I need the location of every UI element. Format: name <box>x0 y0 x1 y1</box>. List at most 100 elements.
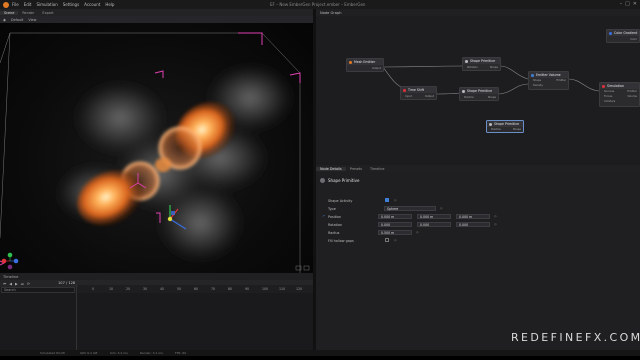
maximize-button[interactable]: □ <box>625 1 630 7</box>
timeline-ruler[interactable]: 0 10 20 30 40 50 60 70 80 90 100 110 120 <box>78 285 313 293</box>
node-title: Color Gradient <box>614 31 638 35</box>
viewport-3d[interactable] <box>0 23 313 273</box>
position-y-field[interactable]: 0.000 m <box>417 213 451 219</box>
menu-account[interactable]: Account <box>84 2 100 7</box>
tab-node-details[interactable]: Node Details <box>316 166 346 171</box>
skip-end-icon[interactable]: ⏭ <box>21 282 24 286</box>
timeline-frame-readout[interactable]: 107 / 128 <box>58 280 75 287</box>
node-shape-primitive-2[interactable]: Shape Primitive Position Shape <box>459 87 499 101</box>
rotation-x-field[interactable]: 0.000 <box>378 221 412 227</box>
prop-label: Radius <box>328 230 340 235</box>
camera-dropdown[interactable]: Default <box>11 18 23 22</box>
node-port-in[interactable]: Shape <box>533 79 541 82</box>
fill-checkbox[interactable] <box>385 238 389 242</box>
node-color-gradient[interactable]: Color Gradient Color <box>606 29 640 43</box>
keyframe-icon[interactable]: ◇ <box>494 222 497 226</box>
menu-settings[interactable]: Settings <box>63 2 79 7</box>
tab-presets[interactable]: Presets <box>346 167 366 171</box>
timeline-tick: 110 <box>279 287 286 291</box>
node-port-in[interactable]: Rotation <box>467 66 478 69</box>
tab-scene[interactable]: Scene <box>0 10 19 15</box>
viewport-scene <box>0 32 310 273</box>
node-shape-primitive-1[interactable]: Shape Primitive Rotation Shape <box>462 57 501 71</box>
keyframe-icon[interactable]: ◇ <box>394 198 397 202</box>
node-port-in[interactable]: Position <box>464 96 474 99</box>
node-emitter-volume[interactable]: Emitter Volume Shape Density Emitter <box>528 71 569 90</box>
timeline-tick: 120 <box>296 287 303 291</box>
view-dropdown[interactable]: View <box>28 18 36 22</box>
tab-render[interactable]: Render <box>18 11 38 15</box>
timeline-tick: 100 <box>262 287 269 291</box>
position-y-value: 0.000 m <box>420 214 434 219</box>
shape-activity-checkbox[interactable] <box>385 198 389 202</box>
prop-label: Fill hollow gaps <box>328 238 354 243</box>
node-port-out[interactable]: Color <box>630 38 637 41</box>
node-port-in[interactable]: Density <box>533 84 543 87</box>
step-back-icon[interactable]: ◀ <box>9 282 12 286</box>
tab-timeline[interactable]: Timeline <box>366 167 388 171</box>
type-dropdown[interactable]: Sphere <box>384 205 436 211</box>
viewport-toolbar: ◉ Default View <box>0 16 313 23</box>
camera-icon[interactable]: ◉ <box>3 18 6 22</box>
node-port-in[interactable]: Forces <box>604 95 612 98</box>
rotation-y-field[interactable]: 0.000 <box>417 221 451 227</box>
node-port-out[interactable]: Emitter <box>556 79 566 82</box>
node-port-in[interactable]: Sources <box>604 90 614 93</box>
close-button[interactable]: ✕ <box>633 1 637 7</box>
node-simulation[interactable]: Simulation Sources Forces Colliders Emit… <box>599 82 640 107</box>
play-icon[interactable]: ▶ <box>15 282 18 286</box>
viewport-tabs: Scene Render Export <box>0 9 313 16</box>
node-graph-header: Node Graph <box>316 9 640 16</box>
animated-icon[interactable]: ↗ <box>322 214 325 218</box>
node-port-in[interactable]: Colliders <box>604 100 615 103</box>
menu-help[interactable]: Help <box>105 2 114 7</box>
shape-icon <box>465 59 468 63</box>
node-graph-canvas[interactable]: Mesh Emitter Output Time Shift Input Out… <box>316 16 640 162</box>
node-port-out[interactable]: Output <box>425 95 434 98</box>
node-shape-primitive-selected[interactable]: Shape Primitive Position Shape <box>486 120 524 133</box>
node-port-out[interactable]: Volume <box>627 95 637 98</box>
minimize-button[interactable]: – <box>620 1 623 7</box>
node-port-out[interactable]: Output <box>372 67 381 70</box>
node-time-shift[interactable]: Time Shift Input Output <box>400 86 437 100</box>
view-orientation-gizmo[interactable] <box>1 252 19 270</box>
timeline-tick: 70 <box>211 287 216 291</box>
node-graph-title: Node Graph <box>320 10 342 15</box>
prop-row-rotation: Rotation 0.000 0.000 0.000 ◇ <box>322 221 622 228</box>
keyframe-icon[interactable]: ◇ <box>494 214 497 218</box>
node-port-in[interactable]: Position <box>491 128 501 131</box>
node-port-out[interactable]: Shape <box>513 128 521 131</box>
node-port-in[interactable]: Input <box>405 95 412 98</box>
menu-simulation[interactable]: Simulation <box>36 2 57 7</box>
keyframe-icon[interactable]: ◇ <box>394 238 397 242</box>
radius-field[interactable]: 0.500 m <box>378 229 412 235</box>
node-port-out[interactable]: Shape <box>490 66 498 69</box>
timeline-tick: 50 <box>177 287 182 291</box>
loop-icon[interactable]: ⟳ <box>27 282 30 286</box>
node-mesh-emitter[interactable]: Mesh Emitter Output <box>346 58 384 72</box>
menu-edit[interactable]: Edit <box>24 2 32 7</box>
keyframe-icon[interactable]: ◇ <box>416 230 419 234</box>
node-title: Time Shift <box>408 88 425 92</box>
node-title: Mesh Emitter <box>354 60 376 64</box>
status-sim-time: Sim: 5.2 ms <box>110 351 128 355</box>
timeline-track-area[interactable] <box>0 293 313 350</box>
position-z-field[interactable]: 0.000 m <box>456 213 490 219</box>
rotation-z-value: 0.000 <box>459 222 469 227</box>
position-x-field[interactable]: 0.000 m <box>378 213 412 219</box>
node-port-out[interactable]: Emitter <box>627 90 637 93</box>
shape-icon <box>462 89 465 93</box>
prop-row-radius: Radius 0.500 m ◇ <box>322 229 622 236</box>
rotation-z-field[interactable]: 0.000 <box>456 221 490 227</box>
status-gpu: GPU 6.2 GB <box>80 351 98 355</box>
menu-file[interactable]: File <box>12 2 19 7</box>
keyframe-icon[interactable]: ◇ <box>440 206 443 210</box>
status-render-time: Render: 3.1 ms <box>140 351 163 355</box>
timeline-divider[interactable] <box>76 285 77 350</box>
prop-label: Position <box>328 214 342 219</box>
viewport-fullscreen-icon[interactable] <box>295 265 302 271</box>
viewport-settings-icon[interactable] <box>303 265 310 271</box>
node-port-out[interactable]: Shape <box>488 96 496 99</box>
tab-export[interactable]: Export <box>38 11 57 15</box>
skip-start-icon[interactable]: ⏮ <box>3 282 6 286</box>
